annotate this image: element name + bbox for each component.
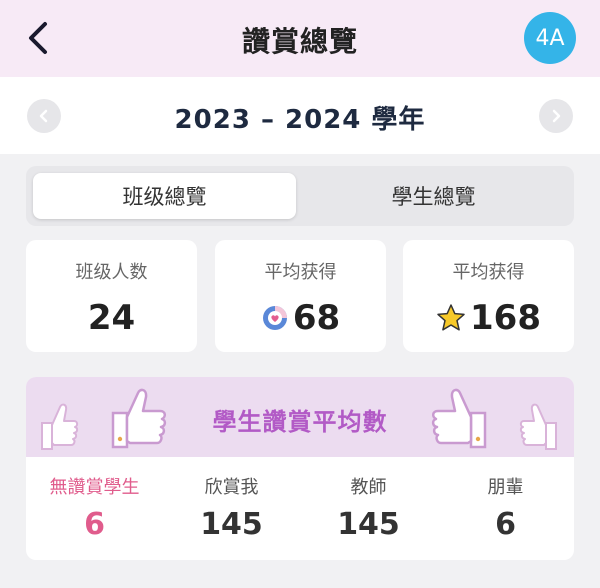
stat-label: 班级人数 [75, 262, 148, 283]
tab-class-overview[interactable]: 班级總覽 [33, 173, 296, 219]
tab-student-overview[interactable]: 學生總覽 [300, 173, 567, 219]
praise-stat-teacher: 教師 145 [300, 457, 437, 542]
class-badge[interactable]: 4A [524, 12, 576, 64]
praise-stat-peers: 朋輩 6 [437, 457, 574, 542]
chevron-right-icon [552, 109, 561, 123]
heart-badge-icon [261, 304, 289, 332]
praise-stat-value: 145 [337, 507, 400, 542]
praise-stats: 無讚賞學生 6 欣賞我 145 教師 145 朋輩 6 [26, 457, 574, 560]
stat-value: 24 [87, 298, 136, 338]
star-icon [436, 303, 466, 333]
praise-banner: 學生讚賞平均數 [26, 377, 574, 457]
praise-stat-no-praise: 無讚賞學生 6 [26, 457, 163, 542]
year-selector: 2023 – 2024 學年 [0, 77, 600, 154]
praise-stat-label: 教師 [350, 477, 387, 498]
praise-stat-self: 欣賞我 145 [163, 457, 300, 542]
stat-label: 平均获得 [264, 262, 337, 283]
praise-stat-value: 145 [200, 507, 263, 542]
stat-card-class-size: 班级人数 24 [26, 240, 197, 352]
overview-tabs: 班级總覽 學生總覽 [26, 166, 574, 226]
page-title: 讚賞總覽 [241, 25, 358, 58]
praise-average-card: 學生讚賞平均數 無讚賞學生 6 欣賞我 145 教師 145 朋輩 6 [26, 377, 574, 560]
stat-value: 68 [292, 298, 341, 338]
praise-stat-value: 6 [84, 507, 105, 542]
stat-card-average-badges: 平均获得 68 [215, 240, 386, 352]
stat-card-average-stars: 平均获得 168 [403, 240, 574, 352]
praise-title: 學生讚賞平均數 [212, 408, 388, 436]
praise-stat-label: 欣賞我 [204, 477, 259, 498]
top-bar: 讚賞總覽 4A [0, 0, 600, 77]
praise-stat-value: 6 [495, 507, 516, 542]
academic-year-label: 2023 – 2024 學年 [174, 105, 426, 135]
stat-value: 168 [470, 298, 541, 338]
praise-stat-label: 無讚賞學生 [49, 477, 140, 498]
praise-stat-label: 朋輩 [487, 477, 524, 498]
stat-label: 平均获得 [452, 262, 525, 283]
next-year-button[interactable] [539, 99, 573, 133]
